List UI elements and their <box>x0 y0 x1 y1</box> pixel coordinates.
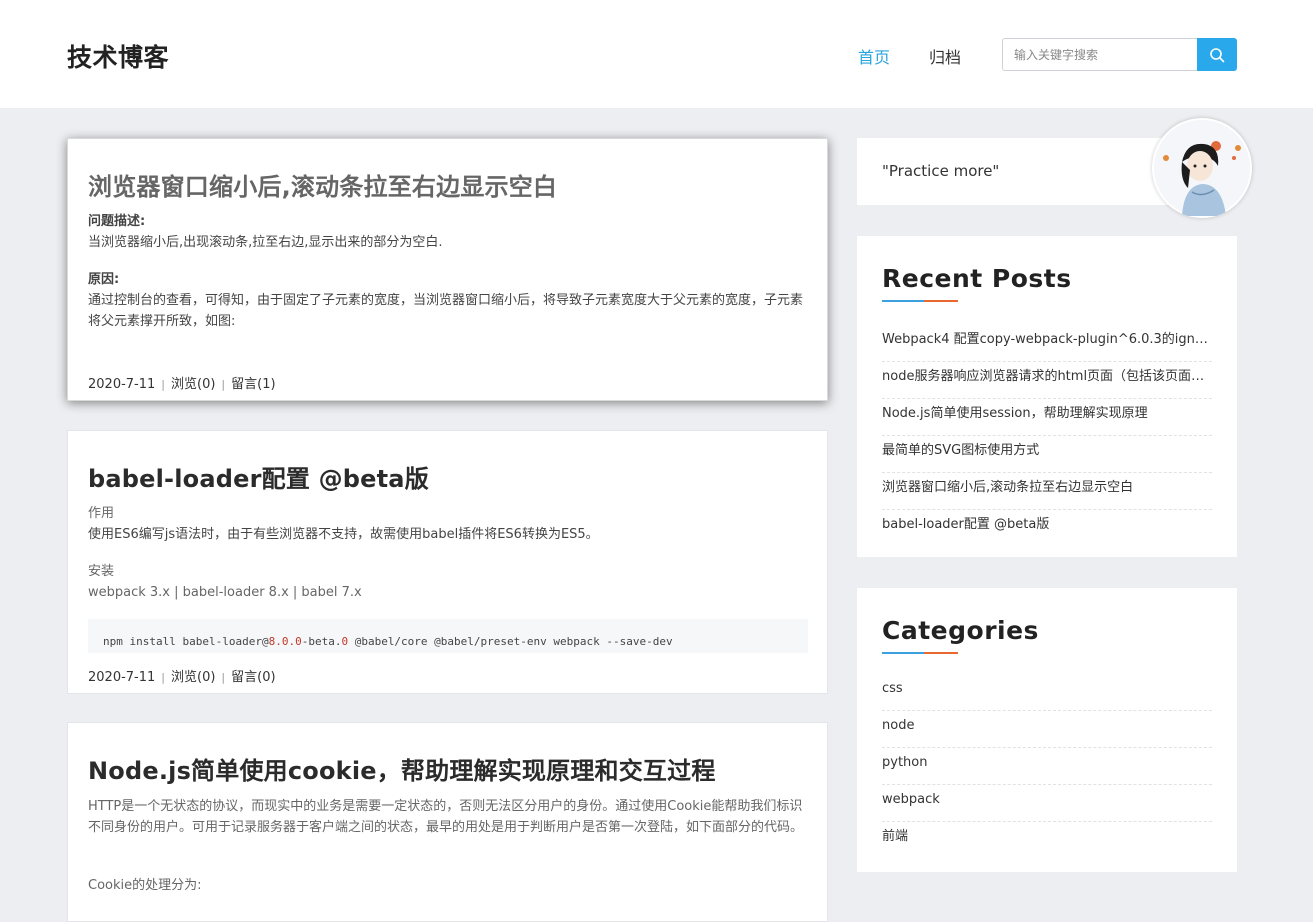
recent-post-link[interactable]: 浏览器窗口缩小后,滚动条拉至右边显示空白 <box>882 480 1133 495</box>
post-meta: 2020-7-11 | 浏览(0) | 留言(1) <box>88 373 276 392</box>
category-link[interactable]: python <box>882 755 927 770</box>
categories-list: css node python webpack 前端 <box>882 674 1212 859</box>
post-excerpt: webpack 3.x | babel-loader 8.x | babel 7… <box>88 585 362 600</box>
recent-post-link[interactable]: Webpack4 配置copy-webpack-plugin^6.0.3的ign… <box>882 332 1212 347</box>
list-item: Webpack4 配置copy-webpack-plugin^6.0.3的ign… <box>882 325 1212 362</box>
motto-text: "Practice more" <box>882 162 1000 180</box>
list-item: 前端 <box>882 822 1212 859</box>
site-logo[interactable]: 技术博客 <box>67 38 169 74</box>
avatar-illustration <box>1154 120 1250 216</box>
avatar[interactable] <box>1152 118 1252 218</box>
recent-post-link[interactable]: node服务器响应浏览器请求的html页面（包括该页面所引用的资源） <box>882 369 1212 384</box>
search-input[interactable] <box>1002 38 1198 71</box>
post-excerpt: 使用ES6编写js语法时，由于有些浏览器不支持，故需使用babel插件将ES6转… <box>88 527 599 542</box>
post-title[interactable]: 浏览器窗口缩小后,滚动条拉至右边显示空白 <box>88 167 557 202</box>
meta-divider: | <box>221 671 226 684</box>
nav-home[interactable]: 首页 <box>858 44 890 68</box>
code-text: @babel/core @babel/preset-env webpack --… <box>348 635 673 648</box>
post-views: 浏览(0) <box>171 377 216 392</box>
post-date: 2020-7-11 <box>88 670 156 685</box>
post-excerpt: 通过控制台的查看，可得知，由于固定了子元素的宽度，当浏览器窗口缩小后，将导致子元… <box>88 293 804 329</box>
post-date: 2020-7-11 <box>88 377 156 392</box>
post-section-label: 安装 <box>88 564 115 579</box>
post-comments[interactable]: 留言(1) <box>231 377 275 392</box>
post-excerpt: Cookie的处理分为: <box>88 878 202 893</box>
categories-title: Categories <box>882 616 1039 645</box>
code-text: npm install babel-loader@ <box>103 635 269 648</box>
list-item: 最简单的SVG图标使用方式 <box>882 436 1212 473</box>
list-item: node服务器响应浏览器请求的html页面（包括该页面所引用的资源） <box>882 362 1212 399</box>
post-card: Node.js简单使用cookie，帮助理解实现原理和交互过程 HTTP是一个无… <box>67 722 828 922</box>
meta-divider: | <box>161 671 165 684</box>
code-block: npm install babel-loader@8.0.0-beta.0 @b… <box>88 619 808 653</box>
search-box <box>1002 38 1237 71</box>
post-meta: 2020-7-11 | 浏览(0) | 留言(0) <box>88 666 276 685</box>
recent-post-link[interactable]: babel-loader配置 @beta版 <box>882 517 1049 532</box>
code-text: -beta. <box>301 635 342 648</box>
post-section-label: 原因: <box>88 272 120 287</box>
recent-post-link[interactable]: Node.js简单使用session，帮助理解实现原理 <box>882 406 1148 421</box>
meta-divider: | <box>161 378 165 391</box>
post-title[interactable]: Node.js简单使用cookie，帮助理解实现原理和交互过程 <box>88 751 716 786</box>
category-link[interactable]: node <box>882 718 914 733</box>
post-excerpt: HTTP是一个无状态的协议，而现实中的业务是需要一定状态的，否则无法区分用户的身… <box>88 799 804 835</box>
category-link[interactable]: css <box>882 681 903 696</box>
list-item: webpack <box>882 785 1212 822</box>
post-title[interactable]: babel-loader配置 @beta版 <box>88 459 429 494</box>
list-item: css <box>882 674 1212 711</box>
meta-divider: | <box>221 378 226 391</box>
category-link[interactable]: 前端 <box>882 829 908 844</box>
search-button[interactable] <box>1197 38 1237 71</box>
categories-panel: Categories css node python webpack 前端 <box>857 588 1237 872</box>
recent-posts-title: Recent Posts <box>882 264 1072 293</box>
list-item: node <box>882 711 1212 748</box>
list-item: python <box>882 748 1212 785</box>
post-comments[interactable]: 留言(0) <box>231 670 275 685</box>
post-card: babel-loader配置 @beta版 作用 使用ES6编写js语法时，由于… <box>67 430 828 694</box>
site-header: 技术博客 首页 归档 <box>0 0 1313 108</box>
title-underline <box>882 300 958 302</box>
search-icon <box>1210 47 1225 62</box>
list-item: Node.js简单使用session，帮助理解实现原理 <box>882 399 1212 436</box>
recent-posts-list: Webpack4 配置copy-webpack-plugin^6.0.3的ign… <box>882 325 1212 547</box>
category-link[interactable]: webpack <box>882 792 940 807</box>
code-number: 8.0.0 <box>268 635 302 648</box>
list-item: babel-loader配置 @beta版 <box>882 510 1212 547</box>
post-section-label: 问题描述: <box>88 214 146 229</box>
post-views: 浏览(0) <box>171 670 216 685</box>
post-section-label: 作用 <box>88 506 115 521</box>
post-card: 浏览器窗口缩小后,滚动条拉至右边显示空白 问题描述: 当浏览器缩小后,出现滚动条… <box>67 138 828 401</box>
list-item: 浏览器窗口缩小后,滚动条拉至右边显示空白 <box>882 473 1212 510</box>
nav-archive[interactable]: 归档 <box>929 44 961 68</box>
recent-post-link[interactable]: 最简单的SVG图标使用方式 <box>882 443 1039 458</box>
recent-posts-panel: Recent Posts Webpack4 配置copy-webpack-plu… <box>857 236 1237 557</box>
title-underline <box>882 652 958 654</box>
post-excerpt: 当浏览器缩小后,出现滚动条,拉至右边,显示出来的部分为空白. <box>88 235 443 250</box>
